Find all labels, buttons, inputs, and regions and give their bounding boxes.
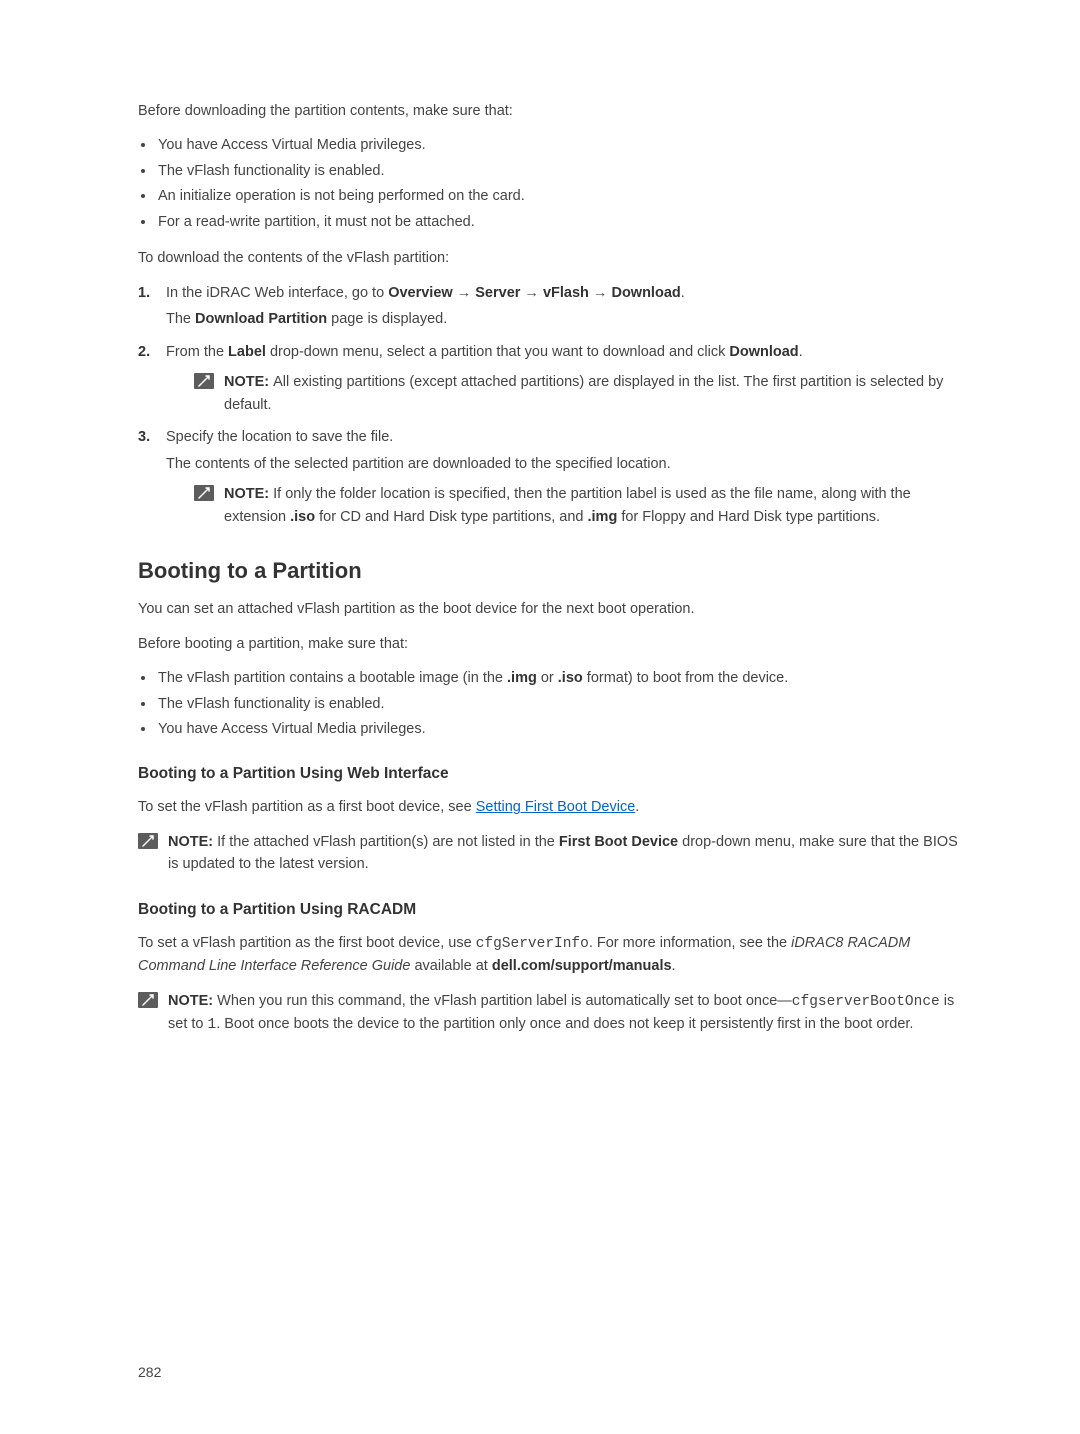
text: The — [166, 311, 195, 327]
body-paragraph: To set a vFlash partition as the first b… — [138, 932, 960, 978]
note-block: NOTE: If the attached vFlash partition(s… — [138, 831, 960, 876]
note-icon — [138, 992, 158, 1008]
note-label: NOTE: — [168, 993, 217, 1009]
list-item: The vFlash functionality is enabled. — [156, 693, 960, 715]
label: First Boot Device — [559, 834, 678, 850]
lead-in-paragraph: To download the contents of the vFlash p… — [138, 247, 960, 269]
note-content: NOTE: All existing partitions (except at… — [224, 374, 943, 412]
step-body: In the iDRAC Web interface, go to Overvi… — [166, 282, 960, 304]
note-label: NOTE: — [168, 834, 217, 850]
list-item: For a read-write partition, it must not … — [156, 211, 960, 233]
label: Download Partition — [195, 311, 327, 327]
body-paragraph: Before booting a partition, make sure th… — [138, 633, 960, 655]
note-content: NOTE: When you run this command, the vFl… — [168, 993, 954, 1032]
arrow: → — [520, 285, 543, 301]
text: . — [799, 344, 803, 360]
step-sub: The contents of the selected partition a… — [166, 453, 960, 475]
list-item: The vFlash functionality is enabled. — [156, 160, 960, 182]
arrow: → — [589, 285, 612, 301]
note-block: NOTE: When you run this command, the vFl… — [138, 990, 960, 1037]
text: In the iDRAC Web interface, go to — [166, 285, 388, 301]
body-paragraph: To set the vFlash partition as a first b… — [138, 796, 960, 818]
code: 1 — [208, 1017, 217, 1033]
page-number: 282 — [138, 1362, 161, 1384]
ext: .iso — [290, 509, 315, 525]
document-page: Before downloading the partition content… — [0, 0, 1080, 1434]
list-item: You have Access Virtual Media privileges… — [156, 134, 960, 156]
note-text: All existing partitions (except attached… — [224, 374, 943, 412]
text: . — [635, 799, 639, 815]
text: or — [537, 670, 558, 686]
path-segment: vFlash — [543, 285, 589, 301]
list-item: An initialize operation is not being per… — [156, 185, 960, 207]
subsection-heading-web: Booting to a Partition Using Web Interfa… — [138, 762, 960, 786]
body-paragraph: You can set an attached vFlash partition… — [138, 598, 960, 620]
step-body: Specify the location to save the file. — [166, 426, 960, 448]
note-content: NOTE: If only the folder location is spe… — [224, 486, 911, 524]
ext: .img — [588, 509, 618, 525]
text: page is displayed. — [327, 311, 447, 327]
text: To set the vFlash partition as a first b… — [138, 799, 476, 815]
step-sub: The Download Partition page is displayed… — [166, 308, 960, 330]
list-item: The vFlash partition contains a bootable… — [156, 667, 960, 689]
url: dell.com/support/manuals — [492, 958, 672, 974]
intro-paragraph: Before downloading the partition content… — [138, 100, 960, 122]
text: drop-down menu, select a partition that … — [266, 344, 729, 360]
text: available at — [410, 958, 491, 974]
label: Download — [729, 344, 798, 360]
arrow: → — [453, 285, 476, 301]
text: The vFlash partition contains a bootable… — [158, 670, 507, 686]
list-item: You have Access Virtual Media privileges… — [156, 718, 960, 740]
section-heading-booting: Booting to a Partition — [138, 554, 960, 588]
text: To set a vFlash partition as the first b… — [138, 935, 476, 951]
prereq-list: You have Access Virtual Media privileges… — [138, 134, 960, 233]
step-1: 1. In the iDRAC Web interface, go to Ove… — [138, 282, 960, 331]
note-block: NOTE: If only the folder location is spe… — [194, 483, 960, 528]
note-text: When you run this command, the vFlash pa… — [217, 993, 792, 1009]
note-label: NOTE: — [224, 374, 273, 390]
note-text: for CD and Hard Disk type partitions, an… — [315, 509, 587, 525]
path-segment: Download — [611, 285, 680, 301]
path-segment: Overview — [388, 285, 453, 301]
ext: .iso — [558, 670, 583, 686]
step-number: 1. — [138, 282, 150, 304]
step-number: 2. — [138, 341, 150, 363]
note-icon — [194, 485, 214, 501]
step-body: From the Label drop-down menu, select a … — [166, 341, 960, 363]
code: cfgServerInfo — [476, 936, 589, 952]
boot-prereq-list: The vFlash partition contains a bootable… — [138, 667, 960, 740]
note-text: If the attached vFlash partition(s) are … — [217, 834, 559, 850]
path-segment: Server — [475, 285, 520, 301]
steps-list: 1. In the iDRAC Web interface, go to Ove… — [138, 282, 960, 528]
note-icon — [194, 373, 214, 389]
note-text: for Floppy and Hard Disk type partitions… — [617, 509, 880, 525]
step-3: 3. Specify the location to save the file… — [138, 426, 960, 528]
link-setting-first-boot-device[interactable]: Setting First Boot Device — [476, 799, 636, 815]
note-text: . Boot once boots the device to the part… — [216, 1016, 913, 1032]
note-label: NOTE: — [224, 486, 273, 502]
ext: .img — [507, 670, 537, 686]
text: . For more information, see the — [589, 935, 791, 951]
text: From the — [166, 344, 228, 360]
code: cfgserverBootOnce — [792, 994, 940, 1010]
text: format) to boot from the device. — [583, 670, 789, 686]
note-icon — [138, 833, 158, 849]
note-block: NOTE: All existing partitions (except at… — [194, 371, 960, 416]
text: . — [681, 285, 685, 301]
subsection-heading-racadm: Booting to a Partition Using RACADM — [138, 898, 960, 922]
label: Label — [228, 344, 266, 360]
note-content: NOTE: If the attached vFlash partition(s… — [168, 834, 958, 872]
step-number: 3. — [138, 426, 150, 448]
step-2: 2. From the Label drop-down menu, select… — [138, 341, 960, 416]
text: . — [672, 958, 676, 974]
